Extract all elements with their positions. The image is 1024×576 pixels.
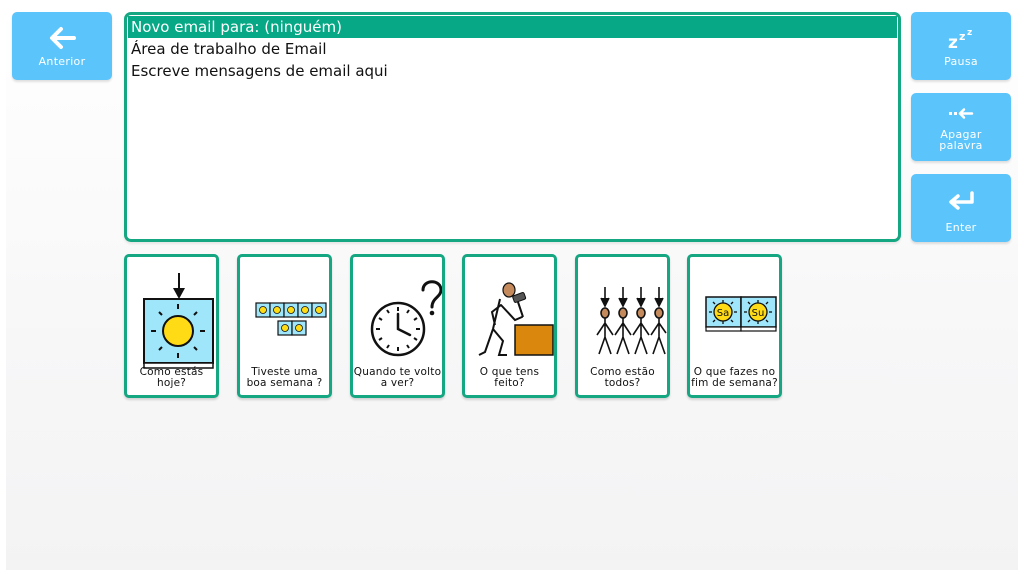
pause-button-label: Pausa <box>944 55 978 68</box>
card-label: Quando te volto a ver? <box>353 366 442 389</box>
backspace-arrow-icon <box>949 108 974 119</box>
phrase-card-good-week[interactable]: Tiveste uma boa semana ? <box>237 254 332 398</box>
svg-text:z: z <box>967 28 973 38</box>
back-button[interactable]: Anterior <box>12 12 112 80</box>
email-text-area[interactable]: Novo email para: (ninguém) Área de traba… <box>124 12 901 242</box>
card-label: Tiveste uma boa semana ? <box>246 366 323 389</box>
card-label: Como estão todos? <box>590 366 655 389</box>
delete-word-button-label: Apagar palavra <box>939 128 983 152</box>
phrase-card-see-again[interactable]: Quando te volto a ver? <box>350 254 445 398</box>
svg-text:z: z <box>959 30 966 43</box>
email-recipient-line[interactable]: Novo email para: (ninguém) <box>128 16 897 38</box>
sleep-zzz-icon: z z z <box>948 28 973 50</box>
sunday-tile-label: Su <box>752 308 765 319</box>
pause-button[interactable]: z z z Pausa <box>911 12 1011 80</box>
enter-return-icon <box>949 191 974 210</box>
card-label: O que fazes no fim de semana? <box>691 366 778 389</box>
phrase-card-how-are-you[interactable]: Como estás hoje? <box>124 254 219 398</box>
saturday-tile-label: Sa <box>717 308 729 319</box>
app-stage: Anterior z z z Pausa Apagar palavra Ente… <box>6 6 1018 570</box>
svg-text:z: z <box>948 33 958 50</box>
card-label: Como estás hoje? <box>139 366 204 389</box>
back-button-label: Anterior <box>38 55 86 68</box>
phrase-card-how-everyone[interactable]: Como estão todos? <box>575 254 670 398</box>
email-placeholder-text[interactable]: Escreve mensagens de email aqui <box>127 60 898 82</box>
enter-button-label: Enter <box>945 221 977 234</box>
arrow-left-icon <box>50 27 76 49</box>
enter-button[interactable]: Enter <box>911 174 1011 242</box>
delete-word-button[interactable]: Apagar palavra <box>911 93 1011 161</box>
phrase-card-weekend[interactable]: Sa Su O que fazes no fim de semana? <box>687 254 782 398</box>
phrase-card-what-done[interactable]: O que tens feito? <box>462 254 557 398</box>
card-label: O que tens feito? <box>479 366 540 389</box>
email-workspace-title[interactable]: Área de trabalho de Email <box>127 38 898 60</box>
